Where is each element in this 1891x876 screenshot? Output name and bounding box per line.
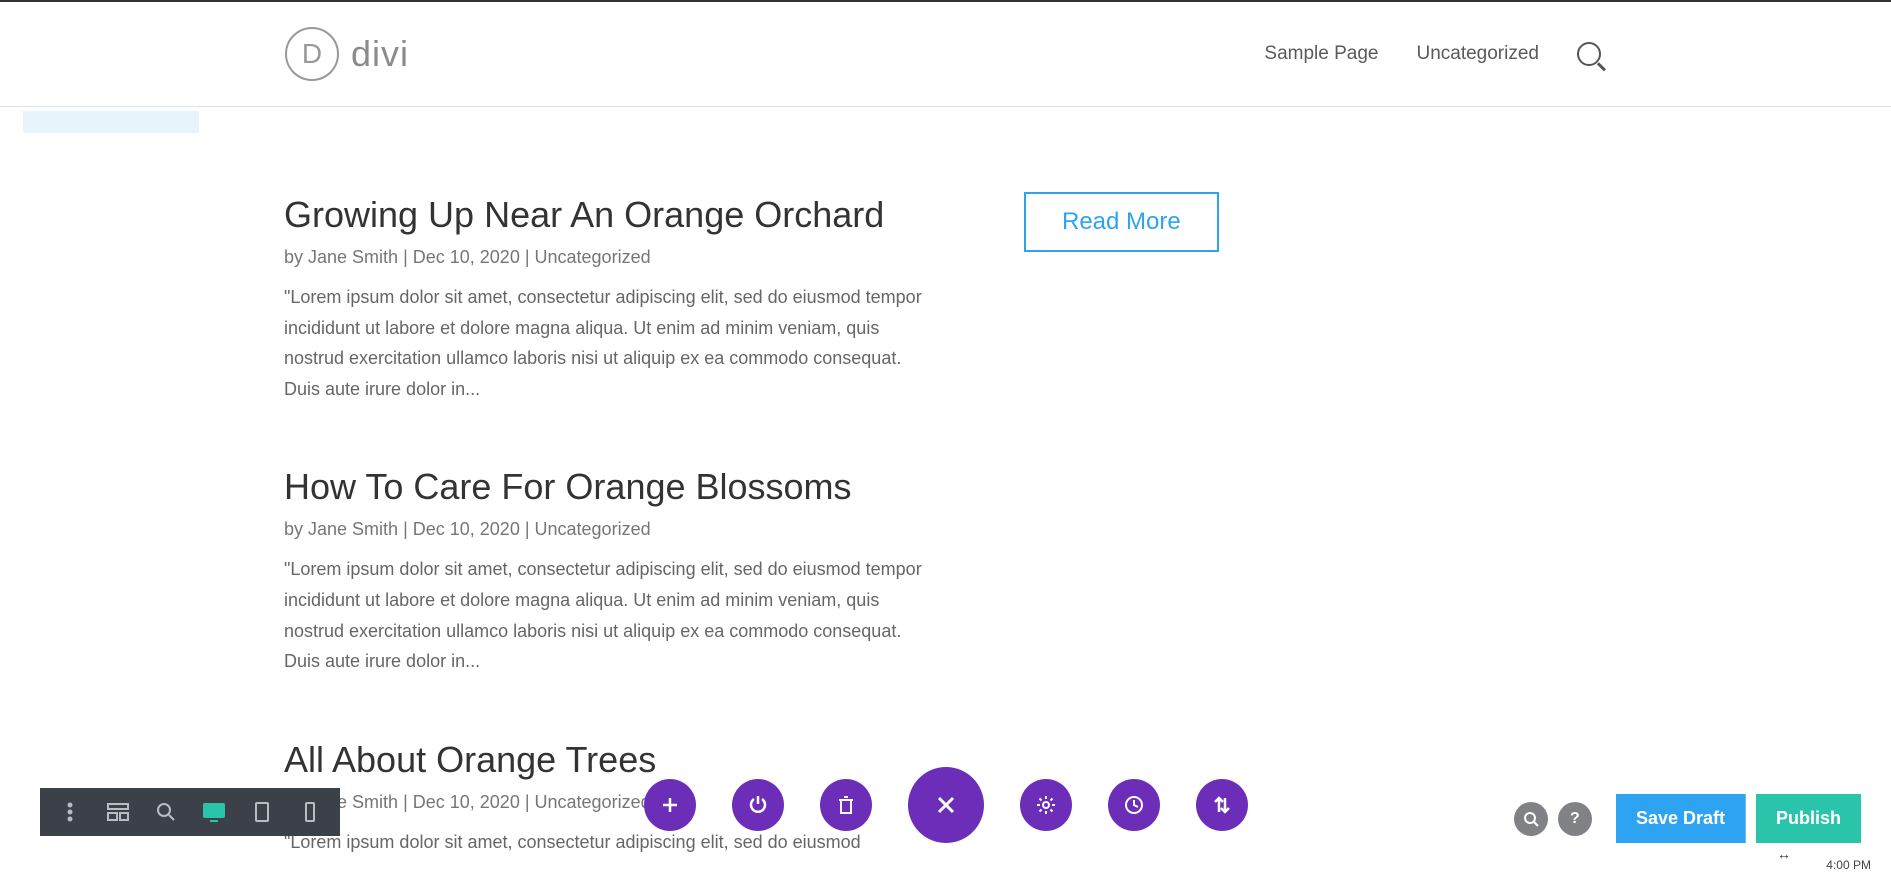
post-meta: by Jane Smith | Dec 10, 2020 | Uncategor…: [284, 519, 924, 540]
settings-gear-icon[interactable]: [1020, 779, 1072, 831]
publish-actions: ? Save Draft Publish: [1514, 794, 1861, 843]
post-row: Growing Up Near An Orange Orchard by Jan…: [284, 192, 1891, 404]
post-title[interactable]: Growing Up Near An Orange Orchard: [284, 192, 924, 237]
phone-view-icon[interactable]: [286, 788, 334, 836]
logo[interactable]: D divi: [285, 27, 409, 81]
meta-sep: |: [520, 519, 535, 539]
help-icon[interactable]: ?: [1558, 802, 1592, 836]
post-category[interactable]: Uncategorized: [535, 247, 651, 267]
selected-element-highlight: [23, 111, 199, 133]
zoom-view-icon[interactable]: [142, 788, 190, 836]
logo-text: divi: [351, 33, 409, 75]
wireframe-view-icon[interactable]: [94, 788, 142, 836]
post-by-prefix: by: [284, 519, 308, 539]
site-header: D divi Sample Page Uncategorized: [0, 2, 1891, 107]
main-content: Growing Up Near An Orange Orchard by Jan…: [0, 107, 1891, 857]
post-meta: by Jane Smith | Dec 10, 2020 | Uncategor…: [284, 247, 924, 268]
meta-sep: |: [398, 792, 413, 812]
post-row: How To Care For Orange Blossoms by Jane …: [284, 464, 1891, 676]
post-date: Dec 10, 2020: [413, 792, 520, 812]
builder-dock: [644, 767, 1248, 843]
save-draft-button[interactable]: Save Draft: [1616, 794, 1746, 843]
post-author[interactable]: Jane Smith: [308, 519, 398, 539]
resize-handle-icon[interactable]: ↔: [1777, 846, 1791, 862]
history-clock-icon[interactable]: [1108, 779, 1160, 831]
read-more-button[interactable]: Read More: [1024, 192, 1219, 252]
more-menu-icon[interactable]: [46, 788, 94, 836]
meta-sep: |: [520, 792, 535, 812]
post-title[interactable]: How To Care For Orange Blossoms: [284, 464, 924, 509]
logo-mark-icon: D: [285, 27, 339, 81]
publish-button[interactable]: Publish: [1756, 794, 1861, 843]
system-time: 4:00 PM: [1826, 858, 1871, 872]
post-date: Dec 10, 2020: [413, 247, 520, 267]
search-icon[interactable]: [1577, 42, 1601, 66]
add-button[interactable]: [644, 779, 696, 831]
primary-nav: Sample Page Uncategorized: [1264, 42, 1601, 66]
desktop-view-icon[interactable]: [190, 788, 238, 836]
post-excerpt: "Lorem ipsum dolor sit amet, consectetur…: [284, 554, 924, 676]
nav-link-sample-page[interactable]: Sample Page: [1264, 43, 1378, 65]
meta-sep: |: [520, 247, 535, 267]
post-date: Dec 10, 2020: [413, 519, 520, 539]
power-icon[interactable]: [732, 779, 784, 831]
meta-sep: |: [398, 519, 413, 539]
post-excerpt: "Lorem ipsum dolor sit amet, consectetur…: [284, 282, 924, 404]
post-category[interactable]: Uncategorized: [535, 792, 651, 812]
post-author[interactable]: Jane Smith: [308, 247, 398, 267]
nav-link-uncategorized[interactable]: Uncategorized: [1416, 43, 1539, 65]
trash-icon[interactable]: [820, 779, 872, 831]
post-category[interactable]: Uncategorized: [535, 519, 651, 539]
search-small-icon[interactable]: [1514, 802, 1548, 836]
tablet-view-icon[interactable]: [238, 788, 286, 836]
post-by-prefix: by: [284, 247, 308, 267]
close-dock-button[interactable]: [908, 767, 984, 843]
meta-sep: |: [398, 247, 413, 267]
swap-arrows-icon[interactable]: [1196, 779, 1248, 831]
responsive-device-bar: [40, 788, 340, 836]
